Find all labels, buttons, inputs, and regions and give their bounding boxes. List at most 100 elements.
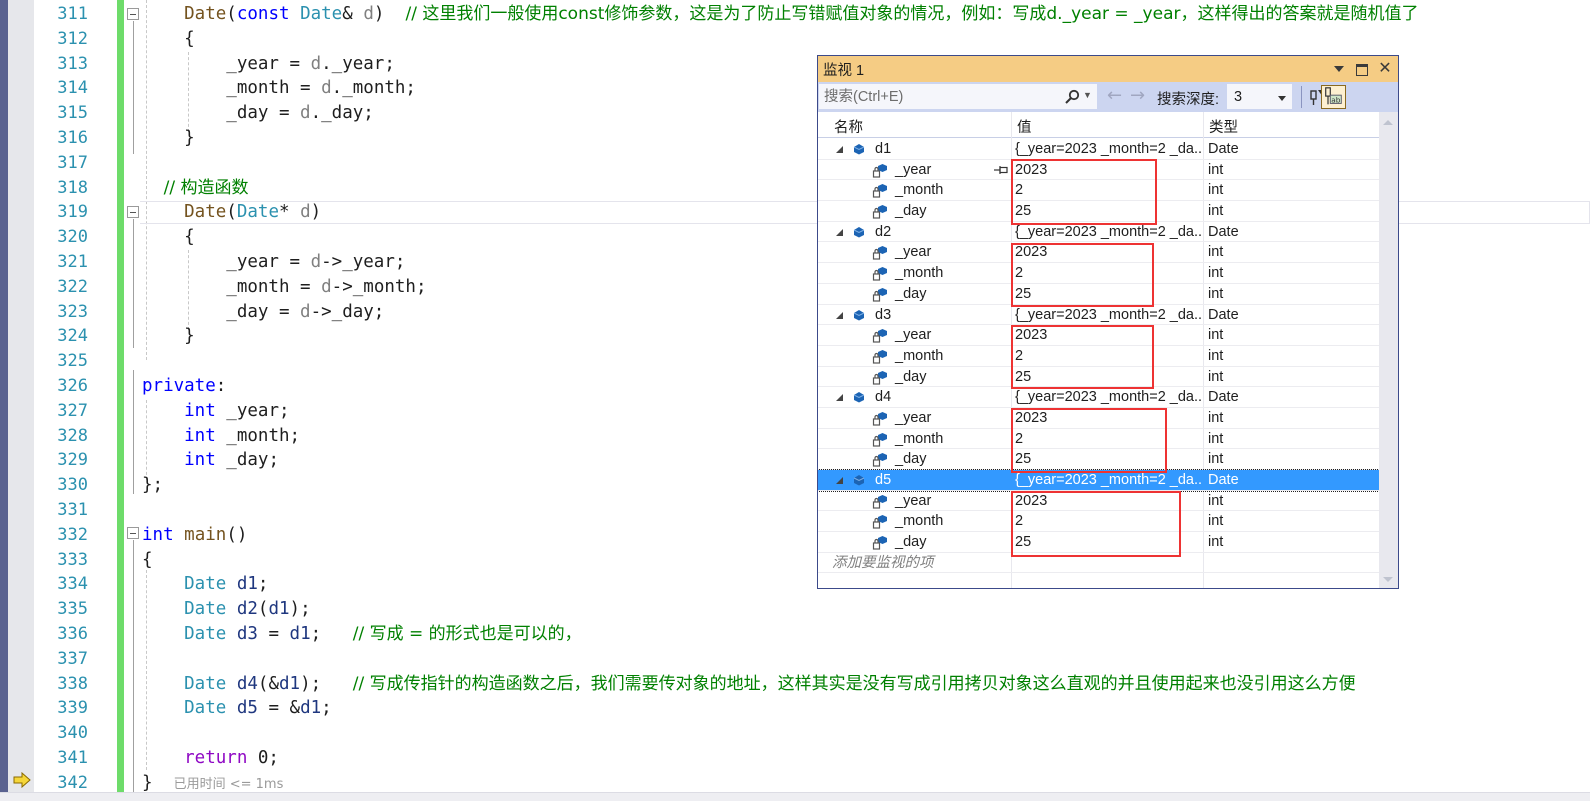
- code-text: _day = d->_day;: [142, 300, 384, 325]
- watch-item-value[interactable]: {_year=2023 _month=2 _da...: [1015, 305, 1201, 325]
- watch-row[interactable]: d3 {_year=2023 _month=2 _da... Date: [818, 305, 1379, 326]
- code-token: (&: [257, 673, 279, 694]
- watch-toolbar: ▼ ← → 搜索深度: 3 ab: [818, 82, 1398, 112]
- code-text: }: [142, 324, 195, 349]
- expand-collapse-icon[interactable]: [836, 311, 843, 319]
- code-text: int _month;: [142, 424, 300, 449]
- watch-item-type: Date: [1208, 141, 1239, 157]
- column-header-value[interactable]: 值: [1017, 116, 1032, 137]
- code-line[interactable]: 338 Date d4(&d1); // 写成传指针的构造函数之后，我们需要传对…: [0, 672, 1590, 697]
- code-token: Date: [142, 698, 227, 719]
- search-depth-select[interactable]: 3: [1227, 84, 1292, 109]
- window-menu-dropdown-icon[interactable]: [1332, 62, 1346, 76]
- code-token: Date: [300, 4, 343, 24]
- code-token: Date: [142, 574, 227, 595]
- code-line[interactable]: 341 return 0;: [0, 746, 1590, 771]
- watch-item-value[interactable]: {_year=2023 _month=2 _da...: [1015, 139, 1201, 159]
- code-token: ._day;: [310, 103, 374, 124]
- add-watch-placeholder[interactable]: 添加要监视的项: [832, 553, 934, 573]
- search-next-arrow[interactable]: →: [1130, 85, 1145, 106]
- line-number: 322: [57, 276, 88, 297]
- watch-item-value[interactable]: {_year=2023 _month=2 _da...: [1015, 470, 1201, 490]
- code-line[interactable]: 337: [0, 647, 1590, 672]
- watch-item-type: int: [1208, 513, 1224, 530]
- column-header-type[interactable]: 类型: [1209, 116, 1238, 137]
- code-line[interactable]: 339 Date d5 = &d1;: [0, 696, 1590, 721]
- watch-item-type: int: [1208, 161, 1224, 178]
- watch-item-name: _day: [895, 368, 927, 385]
- column-header-name[interactable]: 名称: [834, 116, 863, 137]
- watch-item-value[interactable]: {_year=2023 _month=2 _da...: [1015, 387, 1201, 407]
- line-number: 331: [57, 499, 88, 520]
- expand-collapse-icon[interactable]: [836, 228, 843, 236]
- line-number: 338: [57, 673, 88, 694]
- code-token: *: [279, 202, 301, 223]
- watch-item-type: int: [1208, 451, 1224, 468]
- search-icon[interactable]: [1064, 89, 1080, 105]
- watch-item-name: _day: [895, 285, 927, 302]
- watch-item-name: d3: [875, 306, 892, 323]
- watch-item-name: _day: [895, 451, 927, 468]
- search-previous-arrow[interactable]: ←: [1107, 85, 1122, 106]
- code-token: );: [289, 599, 311, 620]
- watch-search-input[interactable]: [820, 85, 1050, 108]
- watch-item-type: int: [1208, 203, 1224, 220]
- code-text: _month = d->_month;: [142, 275, 426, 300]
- code-line[interactable]: 335 Date d2(d1);: [0, 597, 1590, 622]
- line-number: 324: [57, 326, 88, 347]
- close-icon[interactable]: ✕: [1378, 61, 1392, 77]
- code-token: d: [321, 276, 332, 297]
- expand-collapse-icon[interactable]: [836, 477, 843, 484]
- private-field-icon: [872, 370, 887, 385]
- watch-item-type: Date: [1208, 389, 1239, 406]
- line-number: 316: [57, 127, 88, 148]
- code-token: ._month;: [331, 78, 416, 99]
- code-line[interactable]: 312 {: [0, 27, 1590, 52]
- object-variable-icon: [853, 475, 865, 486]
- watch-item-name: _month: [895, 182, 944, 199]
- code-line[interactable]: 340: [0, 721, 1590, 746]
- line-number: 341: [57, 747, 88, 768]
- expand-collapse-icon[interactable]: [836, 146, 843, 153]
- horizontal-scrollbar[interactable]: [0, 792, 1590, 801]
- watch-row[interactable]: d5 {_year=2023 _month=2 _da... Date: [818, 469, 1379, 492]
- code-token: Date: [142, 202, 227, 223]
- code-token: ->_day;: [310, 301, 385, 322]
- code-token: (: [226, 202, 237, 223]
- maximize-icon[interactable]: [1355, 62, 1369, 76]
- line-number: 315: [57, 103, 88, 124]
- watch-item-type: int: [1208, 368, 1224, 385]
- expand-collapse-icon[interactable]: [836, 394, 843, 402]
- watch-vertical-scrollbar[interactable]: [1379, 112, 1398, 588]
- code-line[interactable]: 336 Date d3 = d1; // 写成 = 的形式也是可以的，: [0, 622, 1590, 647]
- code-token: d: [310, 251, 322, 272]
- code-line[interactable]: 311 Date(const Date& d) // 这里我们一般使用const…: [0, 2, 1590, 27]
- code-token: Date: [142, 623, 227, 644]
- pin-icon[interactable]: [994, 165, 1008, 174]
- line-number: 339: [57, 698, 88, 719]
- code-token: _day;: [215, 450, 279, 471]
- object-variable-icon: [853, 226, 865, 238]
- watch-search-box[interactable]: ▼: [819, 84, 1097, 109]
- toolbar-separator: [1301, 86, 1302, 108]
- search-options-dropdown-icon[interactable]: ▼: [1083, 90, 1092, 100]
- scroll-up-arrow[interactable]: [1383, 120, 1393, 125]
- code-text: int _day;: [142, 448, 279, 473]
- code-token: (: [226, 4, 237, 24]
- watch-item-type: int: [1208, 409, 1224, 426]
- watch-title-bar[interactable]: 监视 1 ✕: [818, 56, 1398, 82]
- watch-item-name: d1: [875, 141, 892, 157]
- code-comment: // 构造函数: [142, 177, 249, 198]
- scroll-down-arrow[interactable]: [1383, 577, 1393, 582]
- code-token: (: [257, 599, 269, 620]
- code-token: d: [310, 53, 322, 74]
- watch-row[interactable]: d1 {_year=2023 _month=2 _da... Date: [818, 139, 1379, 160]
- hex-display-toggle[interactable]: ab: [1321, 85, 1346, 109]
- line-number: 311: [57, 4, 88, 24]
- highlight-box-d1: [1011, 159, 1157, 225]
- watch-row[interactable]: d4 {_year=2023 _month=2 _da... Date: [818, 387, 1379, 408]
- code-token: }: [142, 772, 174, 793]
